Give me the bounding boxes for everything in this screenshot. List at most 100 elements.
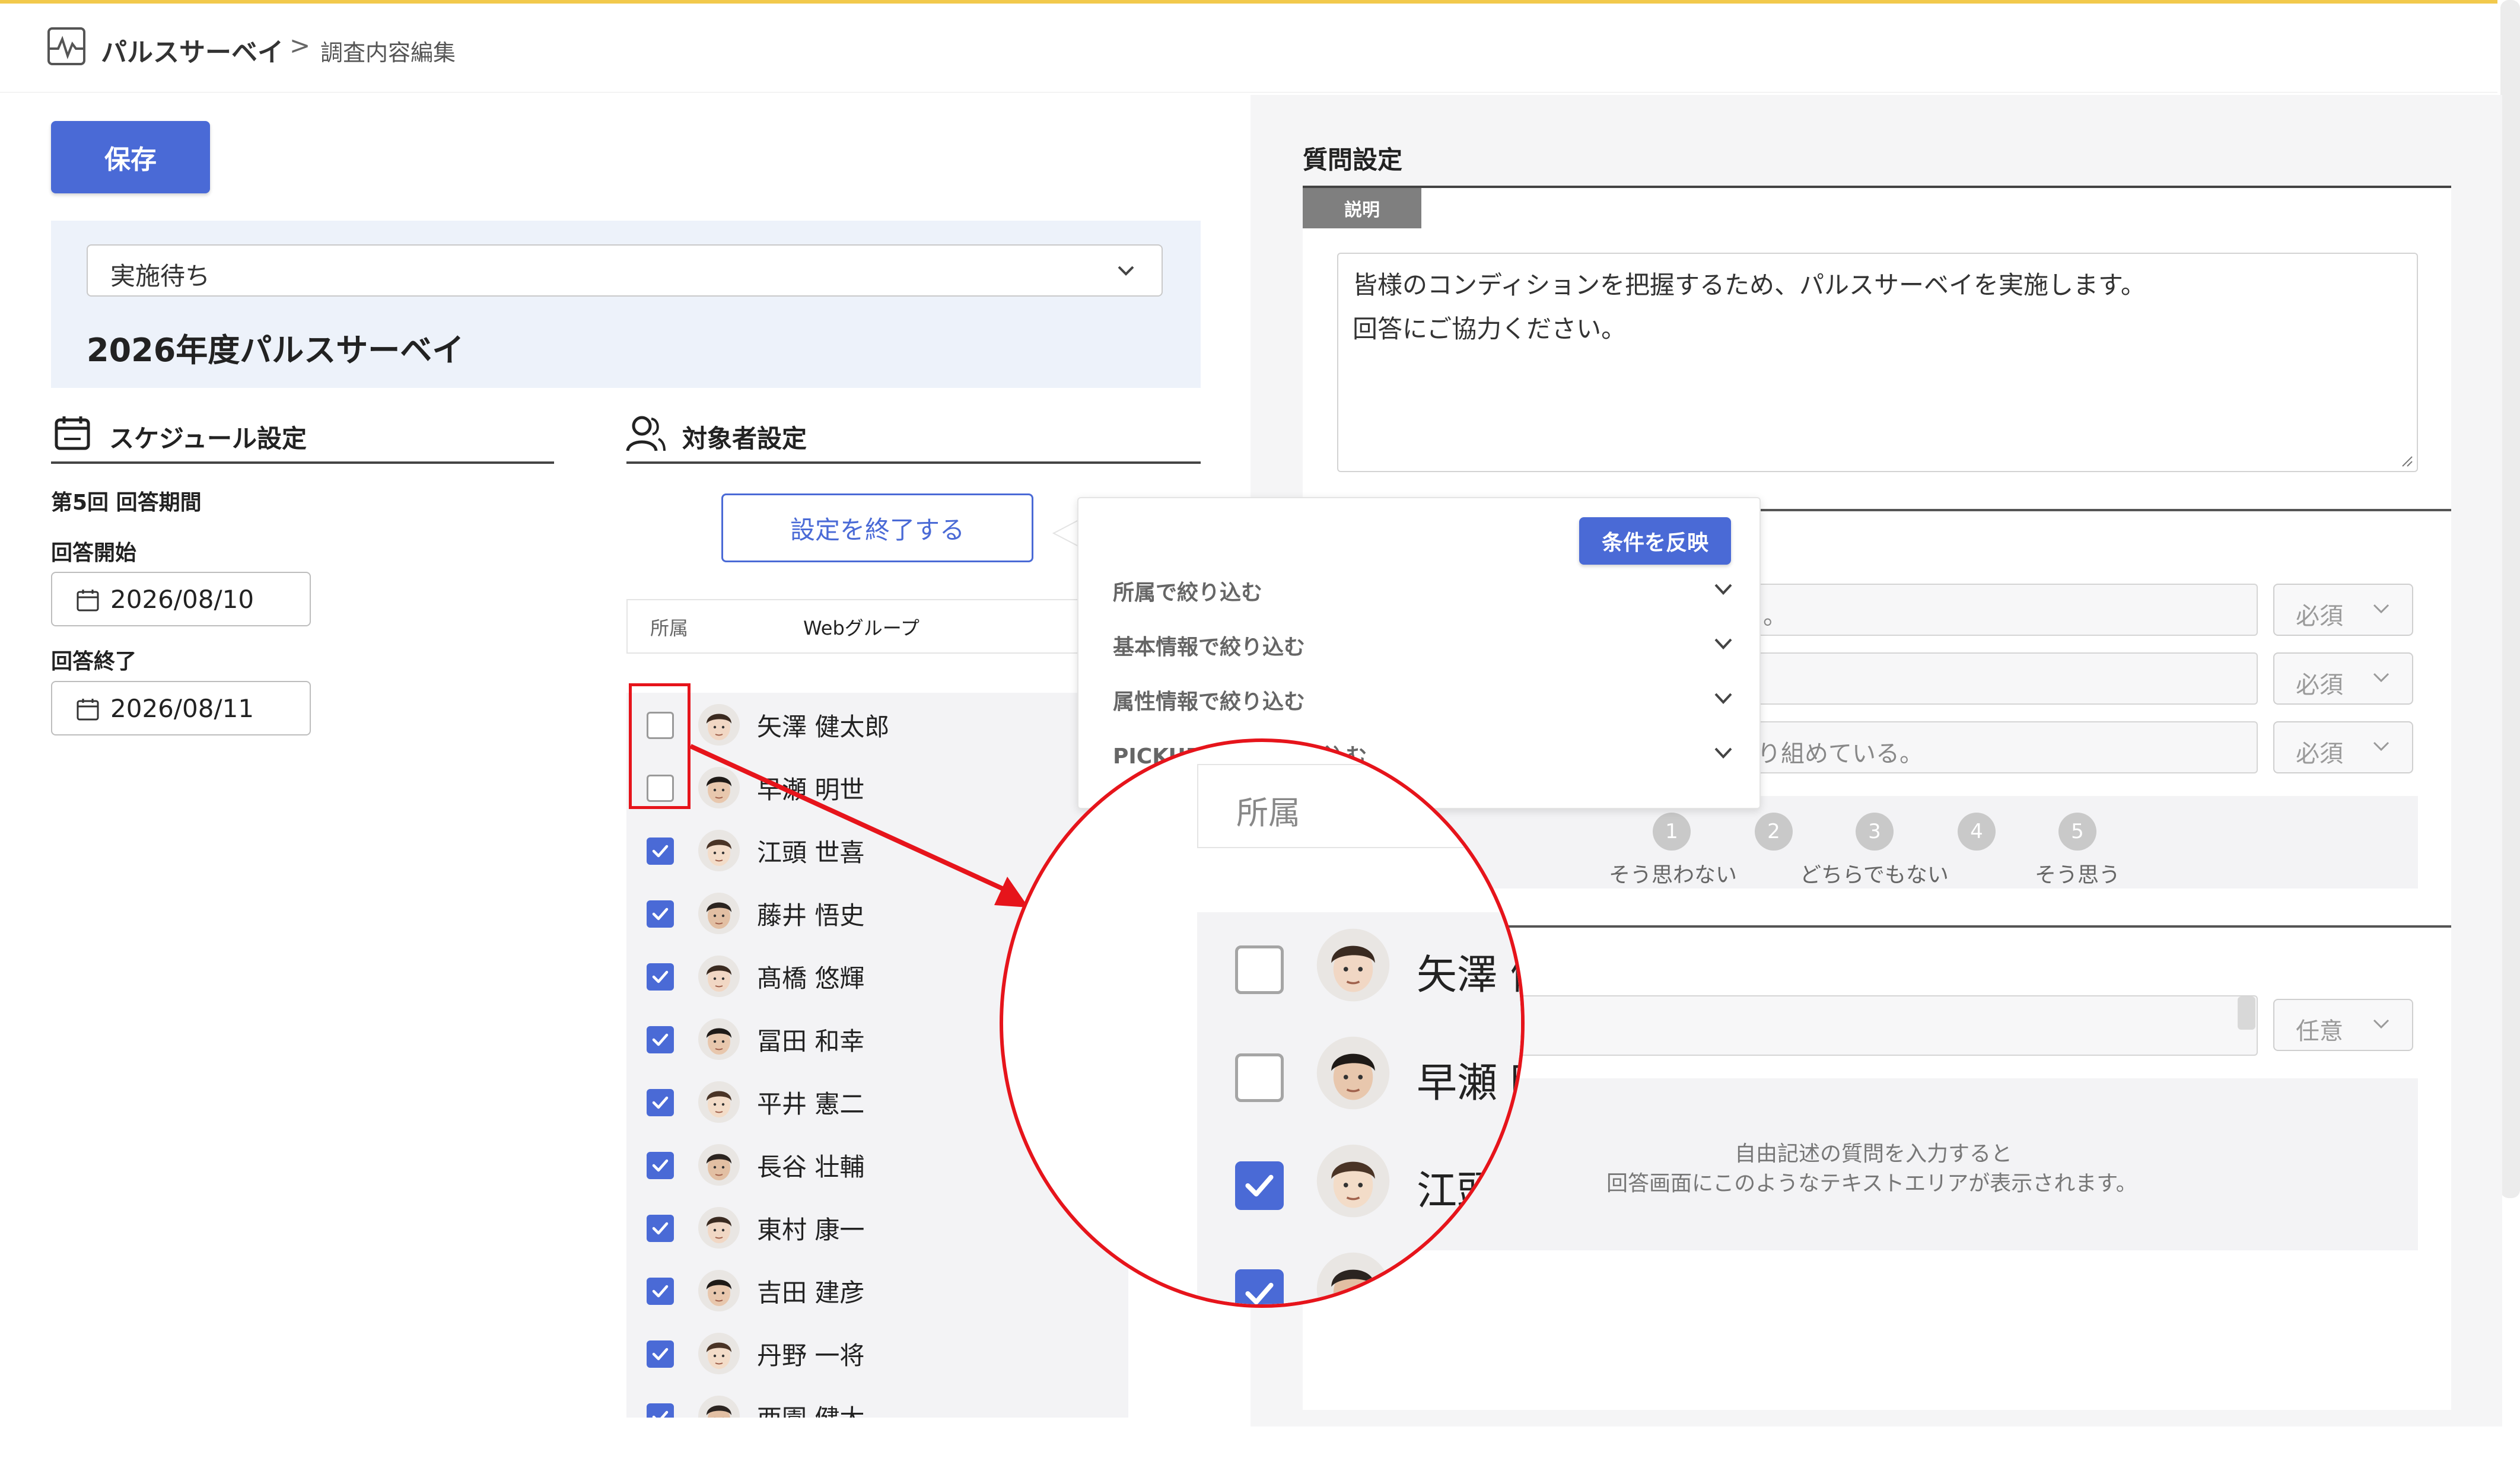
question-1-scale-max-value: り組めている。 [1757, 740, 1923, 768]
zoom-affiliation-field: 所属 ル [1197, 764, 1521, 848]
required-select[interactable]: 必須 [2273, 584, 2413, 636]
checkmark-icon [650, 840, 671, 862]
zoom-target-row: 藤井 悟史 [1197, 1236, 1521, 1308]
required-select-value: 必須 [2296, 603, 2343, 630]
zoom-affiliation-tail: ル [1468, 800, 1490, 824]
zoom-target-list: 矢澤 健太郎早瀬 明世江頭 世喜藤井 悟史 [1197, 912, 1521, 1308]
start-date-field[interactable]: 2026/08/10 [51, 572, 311, 626]
description-line: 回答にご協力ください。 [1353, 314, 1627, 343]
schedule-divider [51, 461, 554, 464]
avatar [698, 703, 740, 746]
save-button[interactable]: 保存 [51, 121, 210, 193]
target-checkbox[interactable] [647, 1403, 674, 1418]
optional-select[interactable]: 任意 [2273, 999, 2413, 1051]
apply-conditions-button[interactable]: 条件を反映 [1579, 517, 1731, 565]
target-row[interactable]: 丹野 一将 [626, 1321, 1128, 1384]
description-textarea[interactable]: 皆様のコンディションを把握するため、パルスサーベイを実施します。 回答にご協力く… [1337, 253, 2418, 472]
target-checkbox[interactable] [647, 1152, 674, 1179]
target-checkbox[interactable] [647, 900, 674, 928]
required-select-value: 必須 [2296, 671, 2343, 699]
app-name[interactable]: パルスサーベイ [101, 31, 284, 69]
zoom-affiliation-label: 所属 [1236, 794, 1300, 832]
zoom-target-checkbox [1235, 1269, 1284, 1304]
end-settings-button[interactable]: 設定を終了する [721, 493, 1033, 562]
zoom-target-name: 矢澤 健太郎 [1417, 952, 1521, 999]
chevron-down-icon [2373, 604, 2389, 614]
scale-point: 3 [1856, 813, 1894, 851]
target-checkbox[interactable] [647, 1089, 674, 1116]
target-name: 吉田 建彦 [757, 1278, 865, 1307]
target-name: 江頭 世喜 [757, 838, 865, 867]
zoom-target-row: 早瀬 明世 [1197, 1020, 1521, 1129]
target-checkbox[interactable] [647, 1026, 674, 1053]
free-text-hint: 回答画面にこのようなテキストエリアが表示されます。 [1606, 1171, 2137, 1196]
filter-by-attribute-label: 属性情報で絞り込む [1113, 690, 1306, 714]
target-checkbox[interactable] [647, 1340, 674, 1368]
end-date-field[interactable]: 2026/08/11 [51, 681, 311, 735]
filter-by-basic-info[interactable]: 基本情報で絞り込む [1113, 624, 1736, 665]
checkmark-icon [650, 1155, 671, 1176]
zoom-target-row: 矢澤 健太郎 [1197, 912, 1521, 1021]
chevron-down-icon [1714, 693, 1732, 704]
question-2-scrollbar[interactable] [2238, 996, 2255, 1030]
end-date-value: 2026/08/11 [110, 694, 254, 723]
schedule-section-title: スケジュール設定 [109, 424, 307, 453]
avatar [698, 1269, 740, 1312]
required-select[interactable]: 必須 [2273, 721, 2413, 773]
free-text-hint: 自由記述の質問を入力すると [1735, 1142, 2013, 1166]
zoom-target-checkbox [1235, 1053, 1284, 1102]
zoom-target-checkbox [1235, 945, 1284, 994]
description-tab[interactable]: 説明 [1303, 188, 1421, 228]
end-date-label: 回答終了 [51, 649, 137, 674]
question-2-text-field[interactable] [1495, 995, 2258, 1056]
target-checkbox[interactable] [647, 1215, 674, 1242]
zoom-target-name: 江頭 世喜 [1417, 1168, 1521, 1215]
zoom-target-name: 藤井 悟史 [1417, 1276, 1521, 1308]
start-date-label: 回答開始 [51, 541, 137, 565]
start-date-value: 2026/08/10 [110, 585, 254, 614]
question-1-text-value: 。 [1763, 603, 1787, 630]
survey-title[interactable]: 2026年度パルスサーベイ [87, 324, 464, 371]
chevron-down-icon [1118, 266, 1134, 276]
target-checkbox[interactable] [647, 963, 674, 991]
popup-pointer [1052, 520, 1080, 547]
scale-label-min: そう思わない [1609, 863, 1738, 887]
calendar-icon [55, 416, 90, 450]
calendar-small-icon [77, 590, 99, 612]
resize-handle-icon[interactable] [2400, 454, 2413, 467]
scale-point: 2 [1755, 813, 1793, 851]
status-select[interactable]: 実施待ち [87, 244, 1163, 297]
filter-by-attribute[interactable]: 属性情報で絞り込む [1113, 679, 1736, 720]
avatar [698, 1332, 740, 1375]
target-row[interactable]: 西園 健太 [626, 1384, 1128, 1418]
app-root: パルスサーベイ > 調査内容編集 保存 実施待ち 2026年度パルスサーベイ ス… [0, 0, 2520, 1468]
avatar [698, 766, 740, 809]
avatar [1316, 1252, 1391, 1304]
pulse-survey-logo-icon [47, 27, 85, 65]
zoom-callout: 所属 ル 矢澤 健太郎早瀬 明世江頭 世喜藤井 悟史 [1000, 738, 1525, 1308]
avatar [698, 1081, 740, 1123]
zoom-target-name: 早瀬 明世 [1417, 1060, 1521, 1107]
affiliation-filter-label: 所属 [650, 617, 689, 639]
target-checkbox[interactable] [647, 1278, 674, 1305]
filter-by-affiliation[interactable]: 所属で絞り込む [1113, 569, 1736, 611]
page-scrollbar[interactable] [2500, 0, 2520, 1198]
target-name: 矢澤 健太郎 [757, 712, 890, 741]
status-select-value: 実施待ち [110, 262, 211, 291]
checkmark-icon [650, 1029, 671, 1050]
target-checkbox[interactable] [647, 838, 674, 865]
target-name: 東村 康一 [757, 1215, 865, 1244]
zoom-target-checkbox [1235, 1161, 1284, 1210]
scale-label-mid: どちらでもない [1800, 863, 1949, 887]
chevron-down-icon [2373, 741, 2389, 751]
description-line: 皆様のコンディションを把握するため、パルスサーベイを実施します。 [1353, 270, 2146, 300]
chevron-down-icon [2373, 673, 2389, 683]
avatar [698, 1018, 740, 1061]
required-select[interactable]: 必須 [2273, 652, 2413, 705]
chevron-down-icon [2373, 1019, 2389, 1029]
avatar [698, 1206, 740, 1249]
avatar [698, 1395, 740, 1418]
checkmark-icon [650, 966, 671, 988]
highlight-box [629, 683, 691, 809]
checkmark-icon [650, 1092, 671, 1113]
